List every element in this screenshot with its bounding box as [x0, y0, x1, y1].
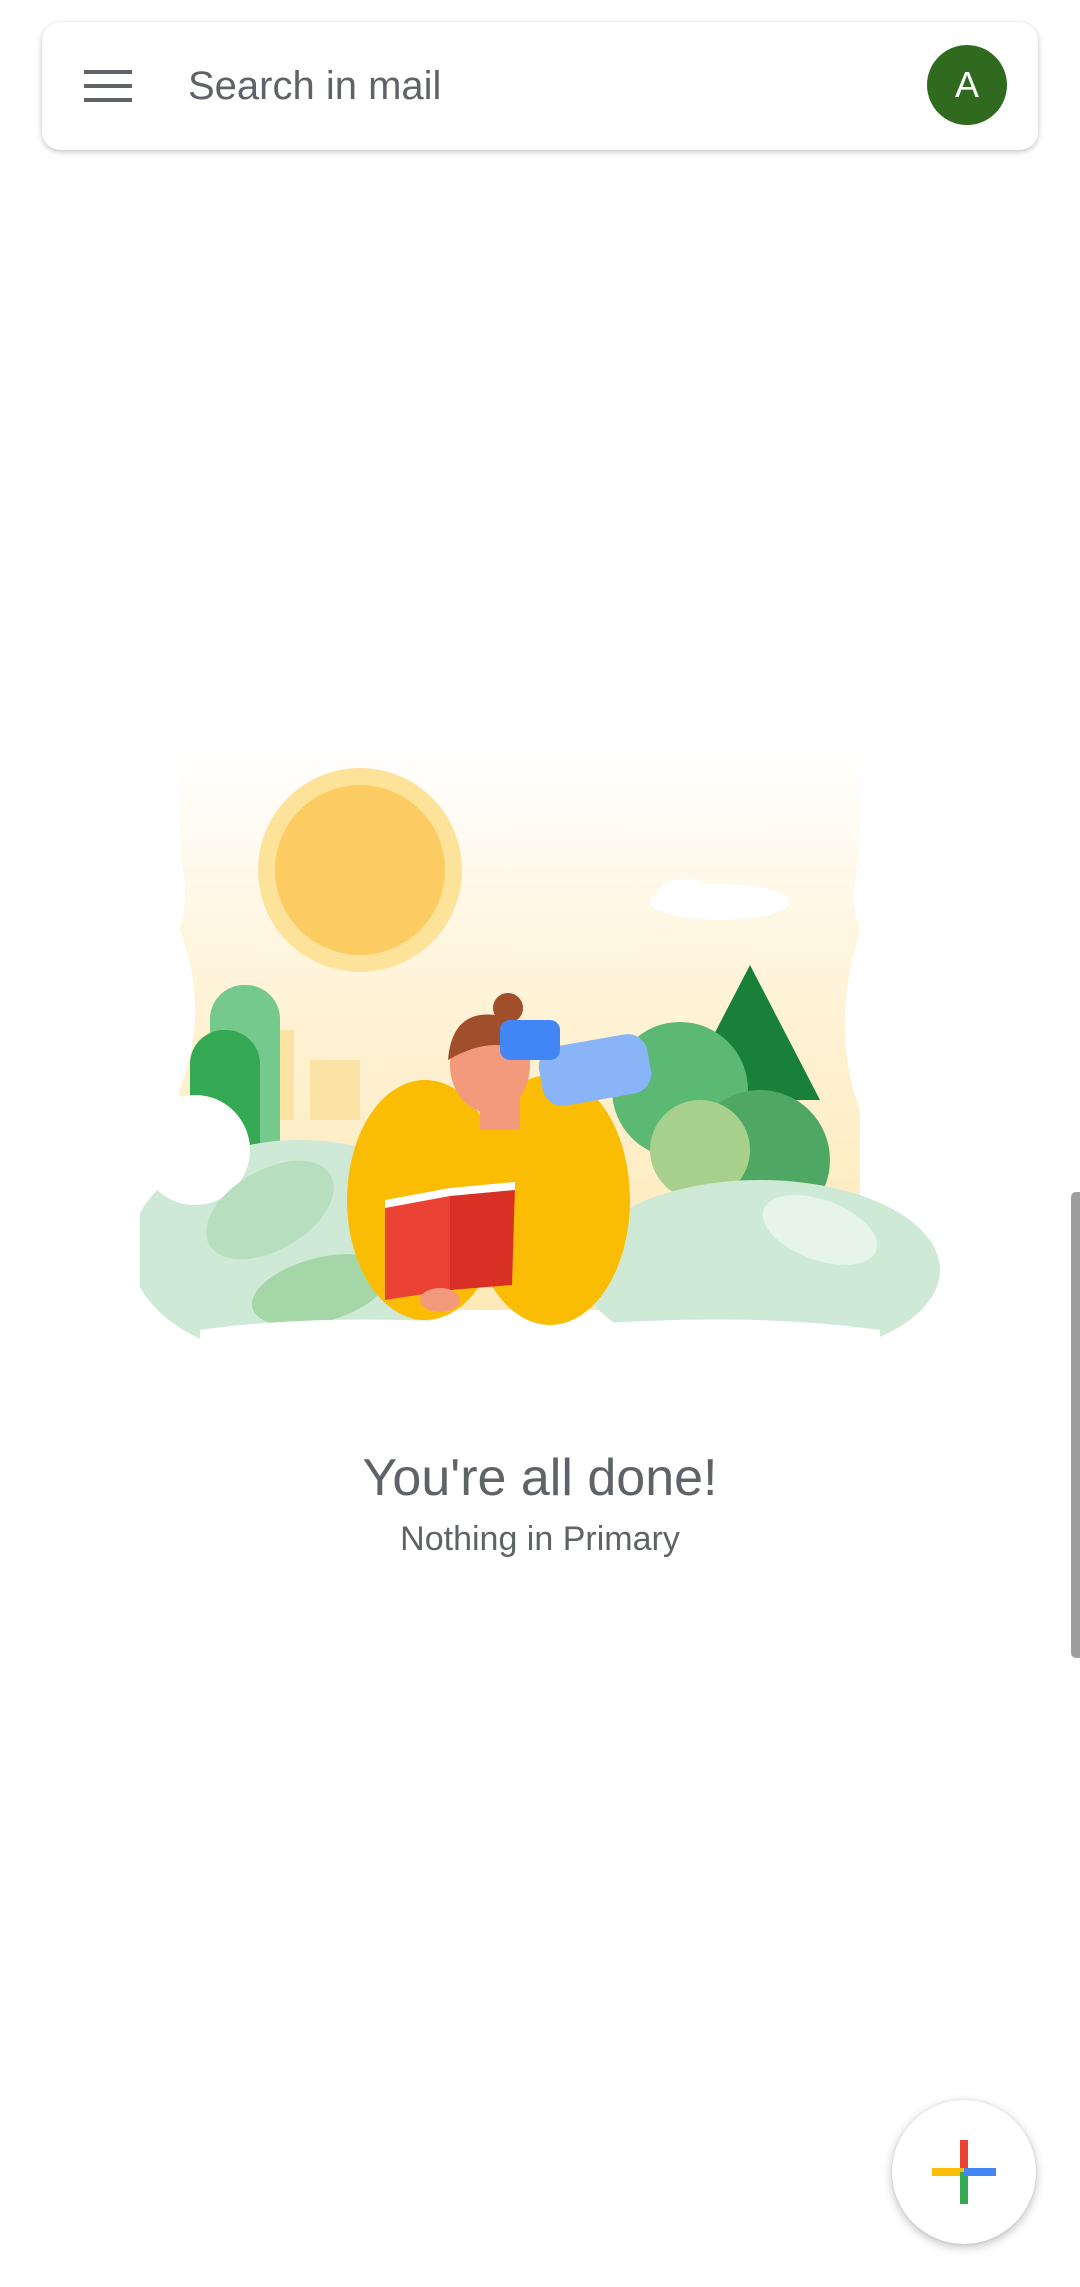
- menu-button[interactable]: [78, 56, 138, 116]
- empty-inbox-illustration: [140, 750, 940, 1380]
- empty-state-title: You're all done!: [362, 1449, 718, 1507]
- account-avatar[interactable]: A: [927, 45, 1007, 125]
- avatar-initial: A: [954, 64, 979, 105]
- hamburger-menu-icon: [84, 70, 132, 102]
- gmail-inbox-screen: A: [0, 0, 1080, 2287]
- search-input[interactable]: [188, 54, 808, 118]
- search-bar: A: [42, 22, 1038, 150]
- scrollbar-thumb[interactable]: [1071, 1192, 1080, 1658]
- empty-state-subtitle: Nothing in Primary: [400, 1520, 680, 1558]
- compose-button[interactable]: [892, 2100, 1036, 2244]
- plus-icon: [932, 2140, 996, 2204]
